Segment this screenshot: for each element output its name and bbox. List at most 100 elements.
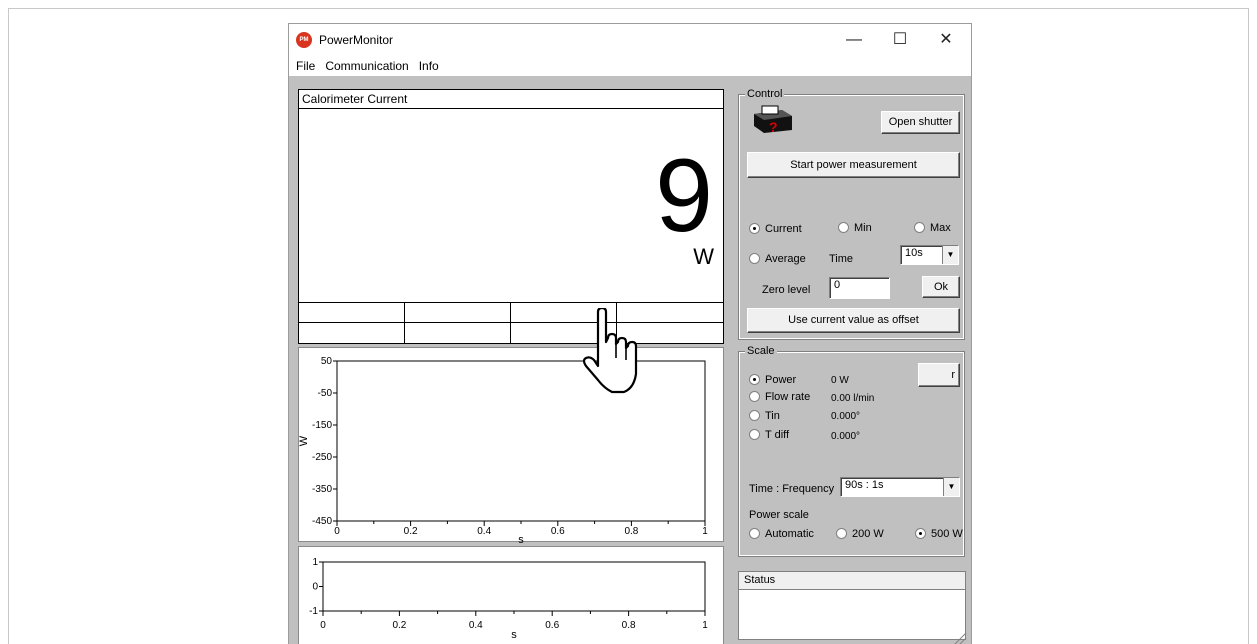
control-group: Control ? Open shutter Start power measu…: [738, 88, 965, 340]
scale-flow-rate-value: 0.00 l/min: [831, 393, 875, 404]
x-tick-label: 0.8: [622, 620, 636, 631]
radio-current[interactable]: Current: [749, 223, 802, 235]
title-bar: PM PowerMonitor — ☐ ✕: [289, 24, 971, 56]
time-frequency-value: 90s : 1s: [845, 479, 884, 491]
status-panel: Status: [738, 571, 966, 640]
menu-info[interactable]: Info: [412, 56, 442, 73]
power-scale-200w[interactable]: 200 W: [836, 528, 884, 540]
x-tick-label: 1: [702, 526, 708, 537]
y-axis-label: W: [299, 435, 310, 446]
scale-flow-rate-label: Flow rate: [765, 391, 811, 403]
scale-action-button[interactable]: r: [918, 363, 960, 387]
radio-min[interactable]: Min: [838, 222, 872, 234]
radio-max-label: Max: [930, 222, 951, 234]
y-tick-label: -1: [309, 606, 318, 617]
info-cell: [299, 323, 405, 343]
x-tick-label: 0.8: [624, 526, 638, 537]
shutter-status-icon: ?: [754, 105, 792, 134]
power-scale-500w-label: 500 W: [931, 528, 963, 540]
display-title: Calorimeter Current: [299, 90, 723, 109]
x-axis-label: s: [518, 534, 524, 543]
x-tick-label: 1: [702, 620, 708, 631]
display-unit: W: [693, 244, 714, 269]
time-select[interactable]: 10s ▼: [900, 245, 959, 265]
use-current-offset-button[interactable]: Use current value as offset: [747, 308, 960, 333]
menu-file[interactable]: File: [289, 56, 318, 73]
scale-radio-tin[interactable]: Tin: [749, 410, 780, 422]
scale-power-value: 0 W: [831, 375, 849, 386]
radio-empty-icon: [914, 222, 925, 233]
display-value: 9: [655, 138, 713, 254]
time-select-value: 10s: [905, 247, 923, 259]
scale-tin-value: 0.000°: [831, 411, 861, 422]
power-chart: 50 -50 -150 -250 -350 -4500 0.2 0.4 0.6 0.8 1 s W: [299, 356, 708, 543]
scale-radio-power[interactable]: Power: [749, 374, 796, 386]
x-tick-label: 0: [320, 620, 326, 631]
x-tick-label: 0: [334, 526, 340, 537]
resize-grip-icon[interactable]: [953, 632, 967, 644]
scale-tin-label: Tin: [765, 410, 780, 422]
radio-empty-icon: [836, 528, 847, 539]
power-scale-label: Power scale: [749, 509, 809, 521]
app-icon: PM: [296, 32, 312, 48]
scale-group: Scale r Power 0 W Flow rate 0.00 l/min T…: [738, 345, 965, 557]
radio-empty-icon: [749, 253, 760, 264]
time-frequency-label: Time : Frequency: [749, 483, 835, 495]
status-header: Status: [739, 572, 965, 590]
zero-level-label: Zero level: [762, 284, 811, 296]
plot-area: [322, 561, 706, 612]
power-scale-automatic[interactable]: Automatic: [749, 528, 814, 540]
y-tick-label: 50: [321, 356, 333, 367]
y-tick-label: 0: [312, 582, 318, 593]
start-measurement-button[interactable]: Start power measurement: [747, 152, 960, 178]
power-chart-panel: 50 -50 -150 -250 -350 -450 0 0.2 0.4 0.6 0.8 1 s W: [298, 347, 724, 543]
x-tick-label: 0.6: [551, 526, 565, 537]
menu-communication[interactable]: Communication: [318, 56, 411, 73]
chevron-down-icon[interactable]: ▼: [943, 478, 959, 496]
minimize-button[interactable]: —: [831, 24, 877, 56]
power-scale-500w[interactable]: 500 W: [915, 528, 963, 540]
radio-empty-icon: [749, 528, 760, 539]
info-cell: [299, 303, 405, 323]
display-info-grid: [299, 302, 723, 344]
radio-max[interactable]: Max: [914, 222, 951, 234]
radio-average-label: Average: [765, 253, 806, 265]
control-group-title: Control: [745, 88, 785, 100]
scale-t-diff-label: T diff: [765, 429, 790, 441]
scale-t-diff-value: 0.000°: [831, 431, 861, 442]
info-cell: [405, 303, 511, 323]
x-tick-label: 0.2: [404, 526, 418, 537]
x-tick-label: 0.4: [469, 620, 483, 631]
radio-selected-icon: [749, 374, 760, 385]
y-tick-label: -150: [312, 420, 332, 431]
radio-empty-icon: [749, 391, 760, 402]
ok-button[interactable]: Ok: [922, 276, 960, 298]
y-tick-label: -50: [318, 388, 333, 399]
open-shutter-button[interactable]: Open shutter: [881, 111, 960, 134]
radio-min-label: Min: [854, 222, 872, 234]
hand-pointer-icon: [582, 308, 638, 394]
scale-power-label: Power: [765, 374, 797, 386]
time-label: Time: [829, 253, 854, 265]
scale-radio-flow-rate[interactable]: Flow rate: [749, 391, 810, 403]
power-scale-automatic-label: Automatic: [765, 528, 814, 540]
radio-empty-icon: [838, 222, 849, 233]
radio-current-label: Current: [765, 223, 802, 235]
time-frequency-select[interactable]: 90s : 1s ▼: [840, 477, 960, 497]
scale-radio-t-diff[interactable]: T diff: [749, 429, 789, 441]
chevron-down-icon[interactable]: ▼: [942, 246, 958, 264]
radio-empty-icon: [749, 410, 760, 421]
power-scale-200w-label: 200 W: [852, 528, 884, 540]
zero-level-input[interactable]: 0: [829, 277, 890, 299]
window-title: PowerMonitor: [319, 33, 394, 47]
info-cell: [405, 323, 511, 343]
radio-selected-icon: [915, 528, 926, 539]
radio-selected-icon: [749, 223, 760, 234]
y-tick-label: -350: [312, 484, 332, 495]
menu-bar: File Communication Info: [289, 56, 971, 76]
scale-group-title: Scale: [745, 345, 777, 357]
close-button[interactable]: ✕: [923, 24, 969, 56]
x-axis-label: s: [511, 629, 517, 641]
maximize-button[interactable]: ☐: [877, 24, 923, 56]
radio-average[interactable]: Average: [749, 253, 806, 265]
